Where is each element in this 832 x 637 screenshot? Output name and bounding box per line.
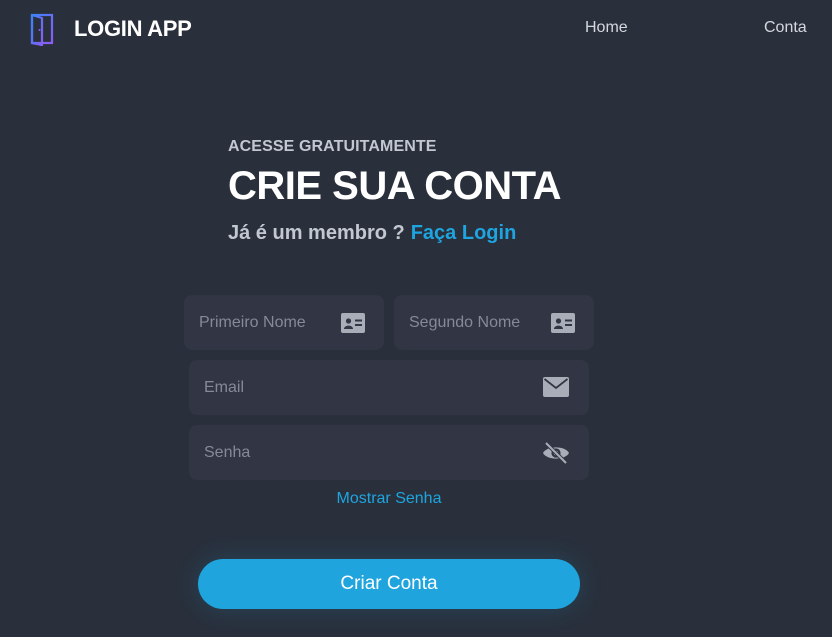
email-input[interactable] <box>189 360 589 415</box>
eyebrow-text: ACESSE GRATUITAMENTE <box>228 138 437 155</box>
member-prompt: Já é um membro ? Faça Login <box>228 222 516 245</box>
nav-link-conta[interactable]: Conta <box>764 19 807 37</box>
id-card-icon <box>551 313 575 333</box>
page-title: CRIE SUA CONTA <box>228 164 562 208</box>
email-field <box>189 360 589 415</box>
last-name-field <box>394 295 594 350</box>
login-link[interactable]: Faça Login <box>411 222 517 244</box>
create-account-button[interactable]: Criar Conta <box>198 559 580 609</box>
password-input[interactable] <box>189 425 589 480</box>
nav-link-home[interactable]: Home <box>585 19 628 37</box>
brand-title: LOGIN APP <box>74 16 192 41</box>
door-icon <box>30 13 54 46</box>
password-field <box>189 425 589 480</box>
first-name-field <box>184 295 384 350</box>
envelope-icon <box>543 377 569 397</box>
navbar: LOGIN APP Home Conta <box>0 0 832 58</box>
eye-slash-icon[interactable] <box>542 441 570 465</box>
show-password-link[interactable]: Mostrar Senha <box>189 490 589 508</box>
member-text: Já é um membro ? <box>228 222 405 244</box>
id-card-icon <box>341 313 365 333</box>
